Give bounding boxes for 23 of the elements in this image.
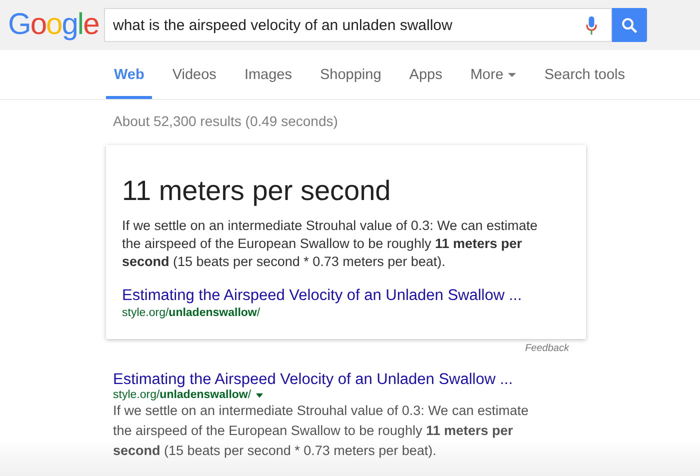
search-tab[interactable]: Web xyxy=(106,50,152,99)
feedback-link[interactable]: Feedback xyxy=(525,343,569,354)
search-tab[interactable]: Videos xyxy=(164,50,224,99)
search-field[interactable]: what is the airspeed velocity of an unladen swallow xyxy=(104,8,612,42)
answer-heading: 11 meters per second xyxy=(122,175,392,207)
search-input[interactable]: what is the airspeed velocity of an unladen swallow xyxy=(113,16,586,34)
answer-snippet: If we settle on an intermediate Strouhal value of 0.3: We can estimate the airspeed of the European Swallow to be roughly 11 meters per second (15 beats per second * 0.73 meters per beat). xyxy=(122,217,538,271)
microphone-icon[interactable] xyxy=(586,16,597,34)
result-link[interactable]: Estimating the Airspeed Velocity of an Unladen Swallow ... xyxy=(113,371,513,389)
search-tab[interactable]: More xyxy=(462,50,524,99)
search-tab[interactable]: Shopping xyxy=(312,50,390,99)
search-button[interactable] xyxy=(612,8,647,42)
caret-icon[interactable] xyxy=(256,392,264,398)
search-tab[interactable]: Search tools xyxy=(536,50,633,99)
search-icon xyxy=(621,16,638,34)
result-url: style.org/unladenswallow/ xyxy=(122,307,260,319)
google-logo[interactable]: Google xyxy=(8,8,98,42)
result-snippet: If we settle on an intermediate Strouhal value of 0.3: We can estimate the airspeed of the European Swallow to be roughly 11 meters per second (15 beats per second * 0.73 meters per beat). xyxy=(113,402,530,460)
result-url: style.org/unladenswallow/ xyxy=(113,389,252,401)
search-tab[interactable]: Images xyxy=(236,50,300,99)
result-link[interactable]: Estimating the Airspeed Velocity of an Unladen Swallow ... xyxy=(122,287,522,305)
result-count: About 52,300 results (0.49 seconds) xyxy=(113,113,339,131)
search-tab[interactable]: Apps xyxy=(401,50,450,99)
